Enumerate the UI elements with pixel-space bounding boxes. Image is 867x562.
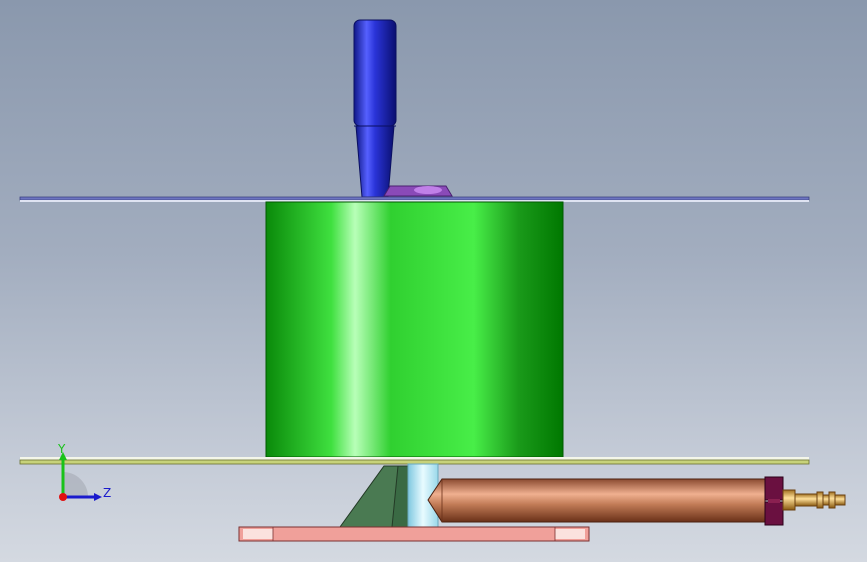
graphics-viewport[interactable]: Y Z <box>0 0 867 562</box>
air-fitting[interactable] <box>782 489 846 511</box>
cylinder-end-cap[interactable] <box>764 476 784 526</box>
z-axis-label: Z <box>103 486 112 500</box>
hex-nut[interactable] <box>383 185 453 197</box>
triad-quadrant <box>63 472 88 497</box>
bottom-plate[interactable] <box>19 457 810 465</box>
model-scene[interactable] <box>0 0 867 562</box>
gusset[interactable] <box>339 465 411 528</box>
top-plate[interactable] <box>19 196 810 202</box>
x-axis-dot <box>59 493 67 501</box>
air-cylinder[interactable] <box>427 478 766 523</box>
cylinder[interactable] <box>265 201 564 458</box>
handle[interactable] <box>353 19 397 198</box>
base-plate[interactable] <box>238 526 590 542</box>
y-axis-label: Y <box>58 442 66 456</box>
